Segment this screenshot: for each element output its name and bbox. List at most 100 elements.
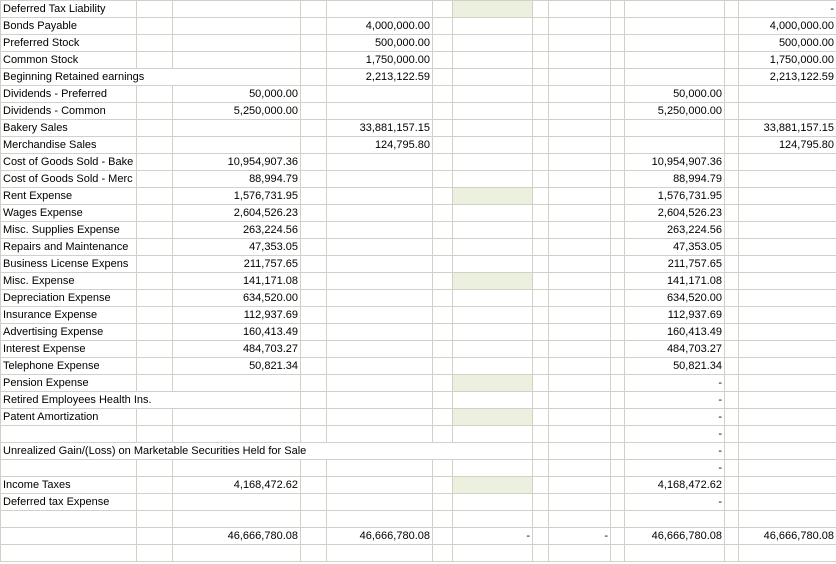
cell-empty[interactable] xyxy=(433,409,453,426)
cell-empty[interactable] xyxy=(533,103,549,120)
cell-value[interactable] xyxy=(453,205,533,222)
cell-value[interactable] xyxy=(549,307,611,324)
cell-empty[interactable] xyxy=(725,86,739,103)
cell-value[interactable]: 5,250,000.00 xyxy=(625,103,725,120)
row-label[interactable]: Unrealized Gain/(Loss) on Marketable Sec… xyxy=(1,443,533,460)
cell-value[interactable] xyxy=(549,69,611,86)
cell-value[interactable]: 2,604,526.23 xyxy=(625,205,725,222)
cell-value[interactable] xyxy=(625,18,725,35)
cell-empty[interactable] xyxy=(433,52,453,69)
cell-empty[interactable] xyxy=(433,460,453,477)
cell-empty[interactable] xyxy=(137,341,173,358)
cell-empty[interactable] xyxy=(533,290,549,307)
cell-empty[interactable] xyxy=(301,120,327,137)
cell-empty[interactable] xyxy=(301,409,327,426)
cell-empty[interactable] xyxy=(611,324,625,341)
cell-empty[interactable] xyxy=(433,222,453,239)
row-label[interactable]: Telephone Expense xyxy=(1,358,137,375)
cell-value[interactable]: 1,576,731.95 xyxy=(625,188,725,205)
cell-value[interactable] xyxy=(549,511,611,528)
cell-value[interactable] xyxy=(327,273,433,290)
cell-value[interactable]: 211,757.65 xyxy=(173,256,301,273)
cell-value[interactable] xyxy=(625,120,725,137)
cell-empty[interactable] xyxy=(137,477,173,494)
cell-empty[interactable] xyxy=(611,392,625,409)
cell-empty[interactable] xyxy=(301,341,327,358)
cell-empty[interactable] xyxy=(137,154,173,171)
cell-empty[interactable] xyxy=(533,205,549,222)
cell-value[interactable] xyxy=(625,511,725,528)
cell-value[interactable] xyxy=(453,375,533,392)
cell-empty[interactable] xyxy=(433,307,453,324)
cell-empty[interactable] xyxy=(433,18,453,35)
cell-value[interactable] xyxy=(549,239,611,256)
cell-value[interactable]: 88,994.79 xyxy=(625,171,725,188)
cell-empty[interactable] xyxy=(137,188,173,205)
cell-empty[interactable] xyxy=(433,426,453,443)
cell-empty[interactable] xyxy=(301,205,327,222)
cell-value[interactable] xyxy=(173,545,301,562)
cell-empty[interactable] xyxy=(137,460,173,477)
cell-value[interactable]: - xyxy=(625,392,725,409)
cell-value[interactable] xyxy=(173,426,301,443)
cell-value[interactable] xyxy=(739,290,836,307)
cell-value[interactable] xyxy=(739,239,836,256)
cell-empty[interactable] xyxy=(725,511,739,528)
cell-empty[interactable] xyxy=(725,528,739,545)
cell-empty[interactable] xyxy=(611,307,625,324)
cell-empty[interactable] xyxy=(611,239,625,256)
cell-value[interactable]: 263,224.56 xyxy=(625,222,725,239)
cell-empty[interactable] xyxy=(611,69,625,86)
cell-value[interactable] xyxy=(549,171,611,188)
cell-value[interactable] xyxy=(549,375,611,392)
cell-value[interactable] xyxy=(739,256,836,273)
cell-value[interactable] xyxy=(327,103,433,120)
cell-value[interactable] xyxy=(327,477,433,494)
cell-empty[interactable] xyxy=(533,392,549,409)
cell-value[interactable] xyxy=(739,358,836,375)
cell-empty[interactable] xyxy=(433,290,453,307)
cell-value[interactable] xyxy=(327,171,433,188)
cell-empty[interactable] xyxy=(301,35,327,52)
cell-empty[interactable] xyxy=(533,52,549,69)
cell-value[interactable] xyxy=(739,273,836,290)
cell-empty[interactable] xyxy=(611,443,625,460)
row-label[interactable]: Repairs and Maintenance xyxy=(1,239,137,256)
cell-empty[interactable] xyxy=(433,341,453,358)
cell-value[interactable] xyxy=(739,477,836,494)
cell-value[interactable]: 2,604,526.23 xyxy=(173,205,301,222)
cell-value[interactable] xyxy=(549,494,611,511)
cell-empty[interactable] xyxy=(533,341,549,358)
cell-value[interactable] xyxy=(739,443,836,460)
cell-value[interactable] xyxy=(173,52,301,69)
cell-value[interactable] xyxy=(549,120,611,137)
cell-empty[interactable] xyxy=(533,154,549,171)
cell-value[interactable] xyxy=(327,375,433,392)
cell-empty[interactable] xyxy=(533,273,549,290)
cell-empty[interactable] xyxy=(137,307,173,324)
cell-empty[interactable] xyxy=(725,35,739,52)
cell-empty[interactable] xyxy=(611,341,625,358)
cell-empty[interactable] xyxy=(725,443,739,460)
row-label[interactable]: Wages Expense xyxy=(1,205,137,222)
cell-empty[interactable] xyxy=(533,545,549,562)
cell-value[interactable] xyxy=(327,426,433,443)
cell-value[interactable] xyxy=(173,460,301,477)
cell-value[interactable] xyxy=(739,171,836,188)
cell-empty[interactable] xyxy=(533,120,549,137)
cell-value[interactable]: 634,520.00 xyxy=(173,290,301,307)
cell-empty[interactable] xyxy=(533,426,549,443)
cell-value[interactable] xyxy=(549,460,611,477)
cell-empty[interactable] xyxy=(433,188,453,205)
cell-value[interactable]: - xyxy=(625,460,725,477)
cell-empty[interactable] xyxy=(301,273,327,290)
cell-value[interactable] xyxy=(173,120,301,137)
cell-empty[interactable] xyxy=(301,290,327,307)
cell-value[interactable] xyxy=(453,154,533,171)
cell-empty[interactable] xyxy=(533,375,549,392)
cell-value[interactable]: 10,954,907.36 xyxy=(625,154,725,171)
cell-empty[interactable] xyxy=(433,171,453,188)
row-label[interactable]: Insurance Expense xyxy=(1,307,137,324)
cell-empty[interactable] xyxy=(137,120,173,137)
cell-empty[interactable] xyxy=(301,477,327,494)
